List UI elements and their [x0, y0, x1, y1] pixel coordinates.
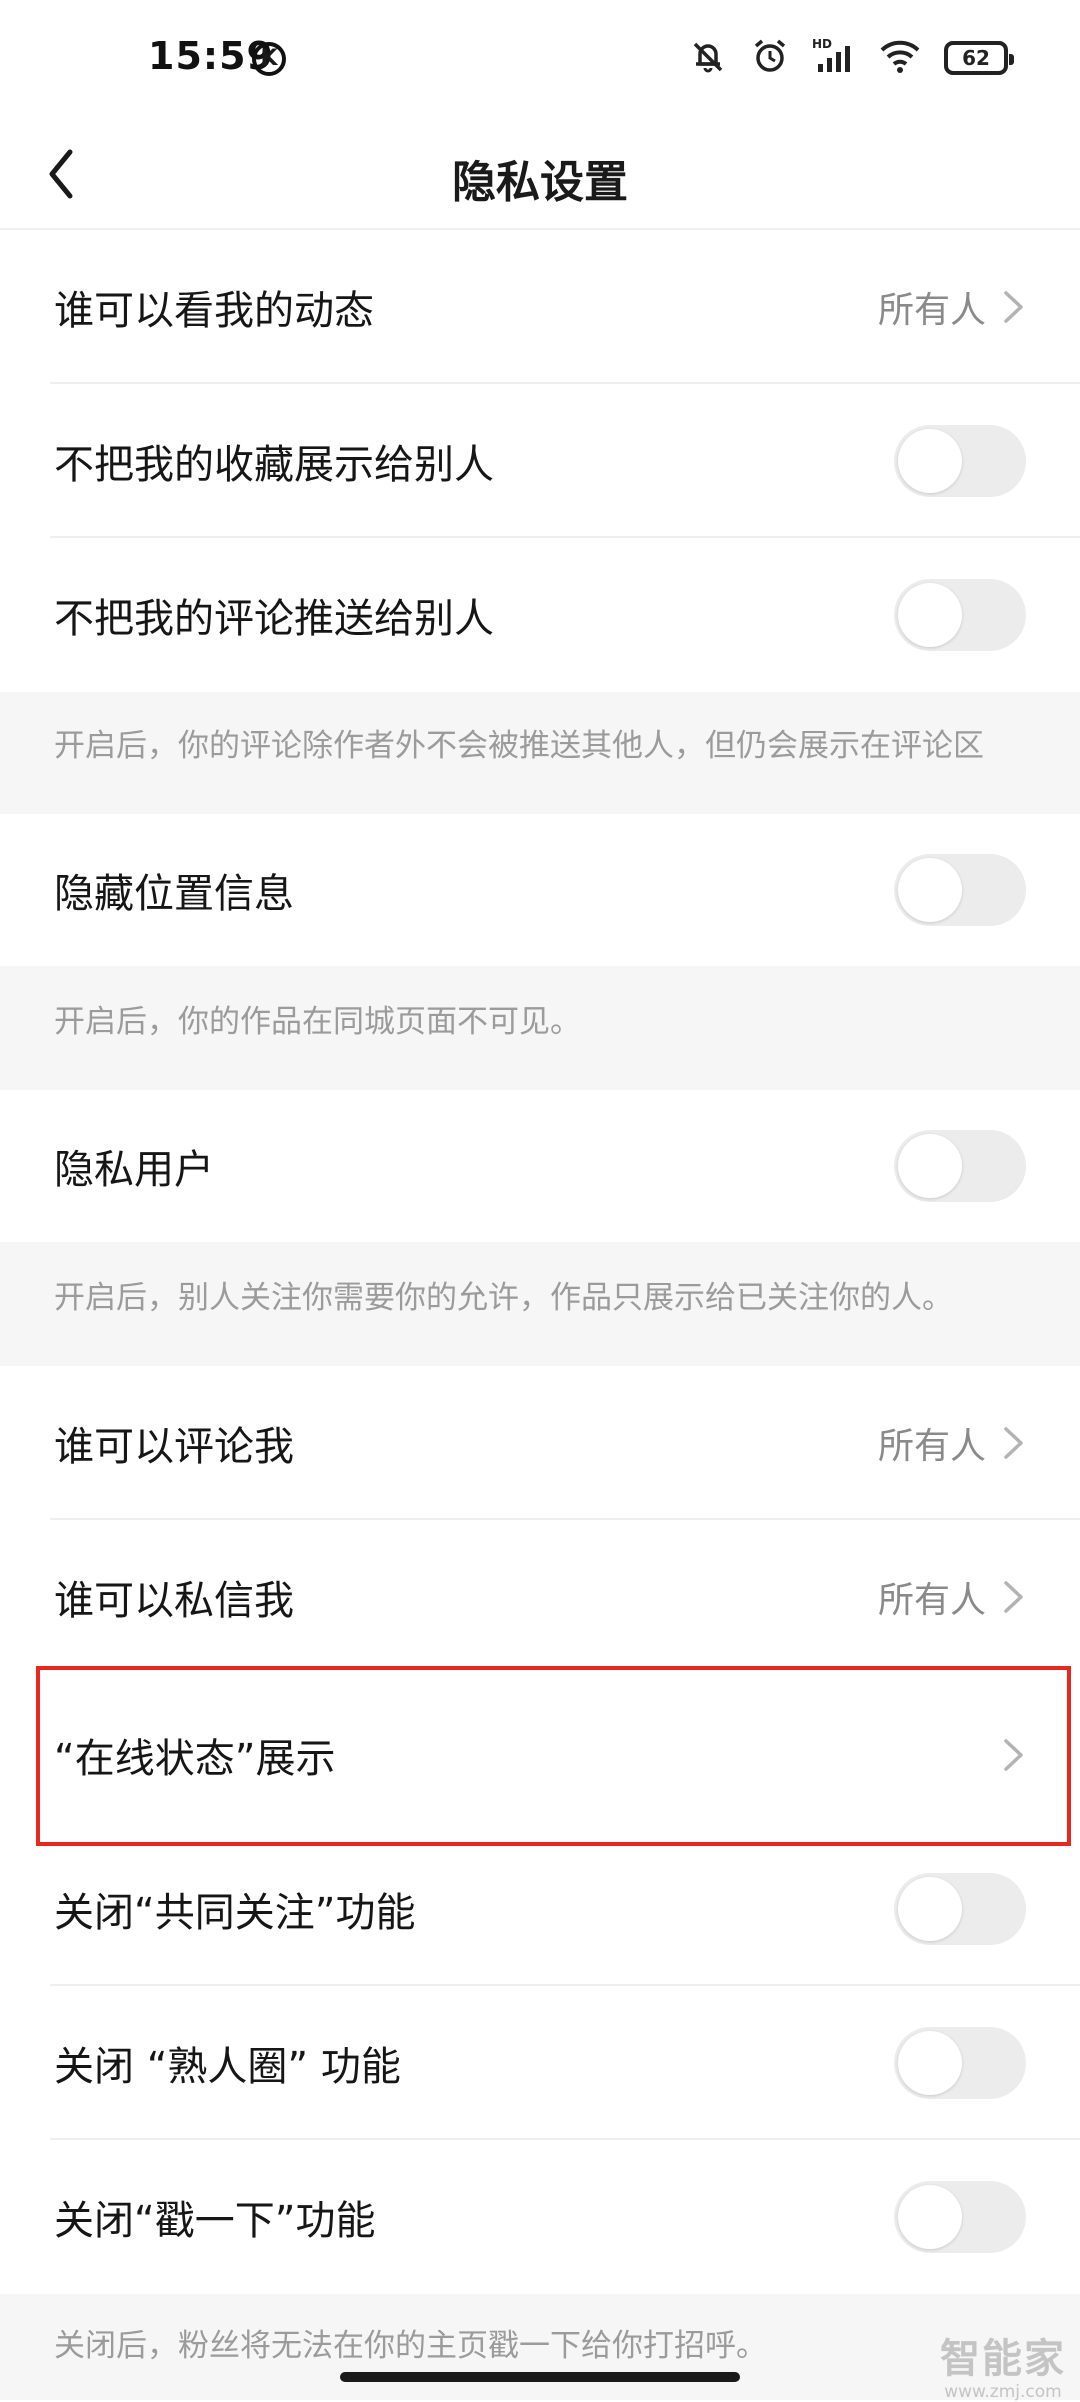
- toggle-knob: [898, 2031, 962, 2095]
- setting-row-close-mutual-follow: 关闭“共同关注”功能: [0, 1832, 1080, 1986]
- setting-row-close-poke: 关闭“戳一下”功能: [0, 2140, 1080, 2294]
- location-note: 开启后，你的作品在同城页面不可见。: [0, 966, 1080, 1090]
- setting-row-who-can-message[interactable]: 谁可以私信我 所有人: [0, 1520, 1080, 1674]
- setting-label: 不把我的评论推送给别人: [54, 596, 494, 642]
- status-bar: 15:59 K HD 62: [0, 0, 1080, 120]
- battery-icon: 62: [944, 41, 1014, 75]
- setting-label: 谁可以评论我: [54, 1424, 294, 1470]
- hd-label: HD: [812, 37, 832, 51]
- poke-note: 关闭后，粉丝将无法在你的主页戳一下给你打招呼。: [0, 2294, 1080, 2400]
- close-acquaintance-toggle[interactable]: [894, 2027, 1026, 2099]
- toggle-knob: [898, 429, 962, 493]
- close-poke-toggle[interactable]: [894, 2181, 1026, 2253]
- setting-row-hide-favorites: 不把我的收藏展示给别人: [0, 384, 1080, 538]
- setting-label: 不把我的收藏展示给别人: [54, 442, 494, 488]
- hide-location-toggle[interactable]: [894, 854, 1026, 926]
- navigation-header: 隐私设置: [0, 120, 1080, 230]
- watermark: 智能家 www.zmj.com: [940, 2326, 1066, 2402]
- status-icons: HD 62: [688, 36, 1014, 80]
- page-title: 隐私设置: [452, 157, 628, 208]
- setting-label: 谁可以私信我: [54, 1578, 294, 1624]
- hd-signal-icon: HD: [812, 36, 856, 80]
- setting-label: 关闭“共同关注”功能: [54, 1890, 416, 1936]
- setting-label: 关闭 “熟人圈” 功能: [54, 2044, 401, 2090]
- setting-label: 隐藏位置信息: [54, 871, 294, 917]
- hide-comments-toggle[interactable]: [894, 579, 1026, 651]
- notifications-off-icon: [688, 36, 728, 80]
- private-note: 开启后，别人关注你需要你的允许，作品只展示给已关注你的人。: [0, 1242, 1080, 1366]
- comments-note: 开启后，你的评论除作者外不会被推送其他人，但仍会展示在评论区: [0, 692, 1080, 814]
- setting-value: 所有人: [877, 290, 986, 331]
- setting-value: 所有人: [877, 1580, 986, 1621]
- toggle-knob: [898, 858, 962, 922]
- chevron-right-icon: [1004, 1581, 1023, 1613]
- setting-row-hide-location: 隐藏位置信息: [0, 814, 1080, 966]
- alarm-icon: [750, 36, 790, 80]
- hide-favorites-toggle[interactable]: [894, 425, 1026, 497]
- wifi-icon: [878, 36, 922, 80]
- chevron-right-icon: [1004, 1427, 1023, 1459]
- toggle-knob: [898, 583, 962, 647]
- toggle-knob: [898, 1134, 962, 1198]
- k-badge-icon: K: [252, 42, 286, 76]
- setting-row-close-acquaintance: 关闭 “熟人圈” 功能: [0, 1986, 1080, 2140]
- note-text: 开启后，别人关注你需要你的允许，作品只展示给已关注你的人。: [54, 1280, 953, 1316]
- watermark-text: 智能家: [940, 2336, 1066, 2382]
- note-text: 开启后，你的评论除作者外不会被推送其他人，但仍会展示在评论区: [54, 728, 984, 764]
- note-text: 关闭后，粉丝将无法在你的主页戳一下给你打招呼。: [54, 2328, 767, 2364]
- setting-row-who-can-see-activity[interactable]: 谁可以看我的动态 所有人: [0, 230, 1080, 384]
- toggle-knob: [898, 2185, 962, 2249]
- toggle-knob: [898, 1877, 962, 1941]
- setting-label: 谁可以看我的动态: [54, 288, 374, 334]
- setting-row-private-user: 隐私用户: [0, 1090, 1080, 1242]
- setting-label: 关闭“戳一下”功能: [54, 2198, 376, 2244]
- setting-value: 所有人: [877, 1426, 986, 1467]
- setting-label: 隐私用户: [54, 1147, 214, 1193]
- note-text: 开启后，你的作品在同城页面不可见。: [54, 1004, 581, 1040]
- chevron-right-icon: [1004, 291, 1023, 323]
- home-indicator[interactable]: [340, 2372, 740, 2382]
- private-user-toggle[interactable]: [894, 1130, 1026, 1202]
- setting-row-hide-comments: 不把我的评论推送给别人: [0, 538, 1080, 692]
- watermark-url: www.zmj.com: [944, 2382, 1062, 2402]
- setting-row-who-can-comment[interactable]: 谁可以评论我 所有人: [0, 1366, 1080, 1520]
- close-mutual-follow-toggle[interactable]: [894, 1873, 1026, 1945]
- highlight-box: [36, 1666, 1071, 1846]
